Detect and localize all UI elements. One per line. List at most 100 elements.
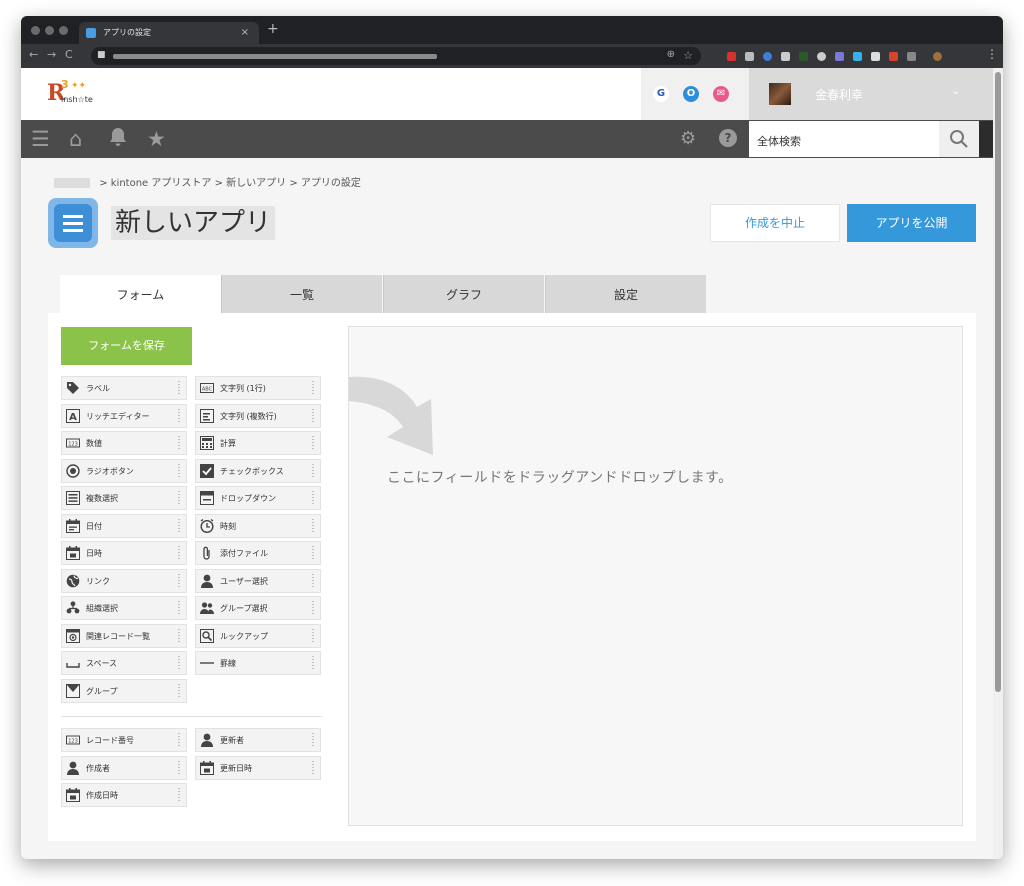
field-palette-item[interactable]: 組織選択 xyxy=(61,596,187,620)
extension-icon[interactable] xyxy=(745,52,754,61)
field-palette-item[interactable]: スペース xyxy=(61,651,187,675)
drag-handle-icon[interactable] xyxy=(177,435,181,451)
field-palette-item[interactable]: リンク xyxy=(61,568,187,593)
search-button[interactable] xyxy=(939,121,979,157)
reload-button[interactable]: C xyxy=(65,48,73,61)
field-palette-item[interactable]: 日時 xyxy=(61,541,187,565)
extension-icon[interactable] xyxy=(727,52,736,61)
field-palette-item[interactable]: A リッチエディター xyxy=(61,403,187,428)
field-palette-item[interactable]: 更新日時 xyxy=(195,755,321,780)
tab-close-icon[interactable]: × xyxy=(241,22,249,44)
extension-icon[interactable] xyxy=(763,52,772,61)
field-palette-item[interactable]: ABC 文字列 (1行) xyxy=(195,376,321,400)
gear-icon[interactable]: ⚙ xyxy=(680,127,696,151)
browser-menu-icon[interactable]: ⋮ xyxy=(986,47,998,61)
field-palette-item[interactable]: 添付ファイル xyxy=(195,541,321,565)
tab-graph[interactable]: グラフ xyxy=(383,275,544,313)
bell-icon[interactable] xyxy=(109,127,127,152)
extension-icon[interactable] xyxy=(853,52,862,61)
field-palette-item[interactable]: チェックボックス xyxy=(195,458,321,483)
drag-handle-icon[interactable] xyxy=(311,380,315,396)
field-palette-item[interactable]: グループ選択 xyxy=(195,596,321,620)
field-palette-item[interactable]: ラベル xyxy=(61,376,187,400)
drag-handle-icon[interactable] xyxy=(311,759,315,776)
tab-settings[interactable]: 設定 xyxy=(545,275,706,313)
new-tab-button[interactable]: + xyxy=(267,21,279,37)
home-icon[interactable]: ⌂ xyxy=(69,127,82,151)
field-palette-item[interactable]: 日付 xyxy=(61,513,187,538)
field-palette-item[interactable]: 関連レコード一覧 xyxy=(61,623,187,648)
extension-icon[interactable] xyxy=(907,52,916,61)
address-bar[interactable]: ■ ⊕ ☆ xyxy=(91,47,701,65)
breadcrumb-item-appstore[interactable]: kintone アプリストア xyxy=(111,178,212,189)
field-palette-item[interactable]: グループ xyxy=(61,678,187,703)
global-search-input[interactable]: 全体検索 xyxy=(749,121,939,157)
drag-handle-icon[interactable] xyxy=(311,600,315,616)
drag-handle-icon[interactable] xyxy=(177,682,181,699)
zoom-icon[interactable]: ⊕ xyxy=(667,49,675,60)
star-icon[interactable]: ★ xyxy=(147,127,166,151)
cancel-create-button[interactable]: 作成を中止 xyxy=(710,204,840,242)
extension-icon[interactable] xyxy=(835,52,844,61)
field-palette-item[interactable]: 作成者 xyxy=(61,755,187,780)
field-palette-item[interactable]: 罫線 xyxy=(195,651,321,675)
maximize-window-icon[interactable] xyxy=(59,26,68,35)
drag-handle-icon[interactable] xyxy=(311,545,315,561)
drag-handle-icon[interactable] xyxy=(177,600,181,616)
browser-tab[interactable]: アプリの設定 × xyxy=(79,22,259,44)
drag-handle-icon[interactable] xyxy=(177,407,181,424)
outlook-link-icon[interactable]: O xyxy=(683,86,699,102)
mail-link-icon[interactable]: ✉ xyxy=(713,86,729,102)
google-link-icon[interactable]: G xyxy=(653,86,669,102)
drag-handle-icon[interactable] xyxy=(311,517,315,534)
field-palette-item[interactable]: 文字列 (複数行) xyxy=(195,403,321,428)
drag-handle-icon[interactable] xyxy=(177,655,181,671)
drag-handle-icon[interactable] xyxy=(177,627,181,644)
drag-handle-icon[interactable] xyxy=(177,732,181,748)
field-palette-item[interactable]: 123 数値 xyxy=(61,431,187,455)
drag-handle-icon[interactable] xyxy=(177,545,181,561)
breadcrumb-item-new-app[interactable]: 新しいアプリ xyxy=(226,178,286,189)
help-icon[interactable]: ? xyxy=(719,129,737,147)
drag-handle-icon[interactable] xyxy=(311,572,315,589)
drag-handle-icon[interactable] xyxy=(177,380,181,396)
drag-handle-icon[interactable] xyxy=(177,490,181,506)
field-palette-item[interactable]: 計算 xyxy=(195,431,321,455)
publish-app-button[interactable]: アプリを公開 xyxy=(847,204,976,242)
field-palette-item[interactable]: ルックアップ xyxy=(195,623,321,648)
drag-handle-icon[interactable] xyxy=(177,759,181,776)
close-window-icon[interactable] xyxy=(31,26,40,35)
form-drop-area[interactable]: ここにフィールドをドラッグアンドドロップします。 xyxy=(348,326,963,826)
field-palette-item[interactable]: 複数選択 xyxy=(61,486,187,510)
extension-icon[interactable] xyxy=(799,52,808,61)
field-palette-item[interactable]: ドロップダウン xyxy=(195,486,321,510)
minimize-window-icon[interactable] xyxy=(45,26,54,35)
drag-handle-icon[interactable] xyxy=(177,517,181,534)
field-palette-item[interactable]: ラジオボタン xyxy=(61,458,187,483)
bookmark-star-icon[interactable]: ☆ xyxy=(683,49,693,62)
page-scrollbar-thumb[interactable] xyxy=(995,72,1001,692)
field-palette-item[interactable]: 更新者 xyxy=(195,728,321,752)
field-palette-item[interactable]: ユーザー選択 xyxy=(195,568,321,593)
field-palette-item[interactable]: 時刻 xyxy=(195,513,321,538)
hamburger-menu-icon[interactable]: ☰ xyxy=(31,127,50,151)
extension-icon[interactable] xyxy=(781,52,790,61)
field-palette-item[interactable]: 作成日時 xyxy=(61,783,187,807)
forward-button[interactable]: → xyxy=(47,48,56,61)
drag-handle-icon[interactable] xyxy=(311,627,315,644)
tab-form[interactable]: フォーム xyxy=(60,275,221,313)
drag-handle-icon[interactable] xyxy=(177,572,181,589)
drag-handle-icon[interactable] xyxy=(311,435,315,451)
extension-icon[interactable] xyxy=(889,52,898,61)
extension-icon[interactable] xyxy=(871,52,880,61)
drag-handle-icon[interactable] xyxy=(177,787,181,803)
drag-handle-icon[interactable] xyxy=(311,490,315,506)
back-button[interactable]: ← xyxy=(29,48,38,61)
drag-handle-icon[interactable] xyxy=(311,732,315,748)
drag-handle-icon[interactable] xyxy=(311,655,315,671)
save-form-button[interactable]: フォームを保存 xyxy=(61,327,192,365)
profile-avatar-icon[interactable] xyxy=(933,52,942,61)
breadcrumb-portal-redacted[interactable] xyxy=(54,178,90,188)
extension-icon[interactable] xyxy=(817,52,826,61)
drag-handle-icon[interactable] xyxy=(311,407,315,424)
